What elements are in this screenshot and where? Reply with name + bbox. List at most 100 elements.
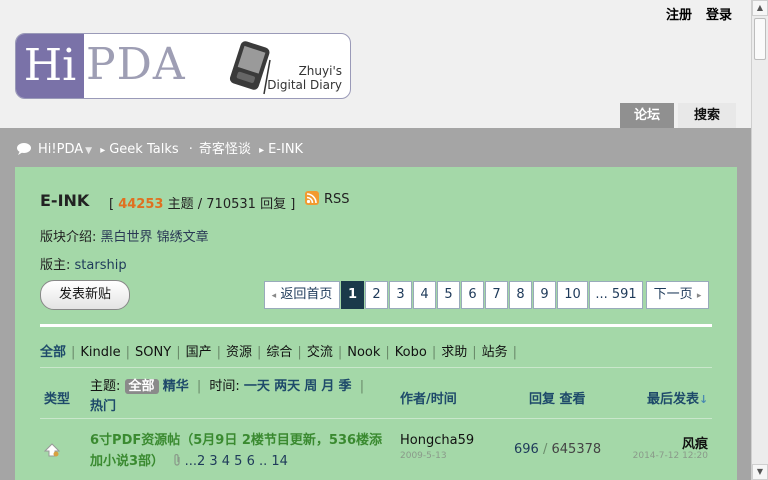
filter-help[interactable]: 求助 [441,345,467,360]
time-filter-season[interactable]: 季 [339,379,352,394]
page-3[interactable]: 3 [389,281,412,309]
thread-count: 44253 [118,197,164,212]
filter-discussion[interactable]: 交流 [307,345,333,360]
filter-divider: | [176,345,181,360]
filter-kobo[interactable]: Kobo [395,345,427,360]
topic-filter-digest[interactable]: 精华 [163,379,189,394]
filter-divider: | [71,345,76,360]
thread-views: 645378 [551,442,602,457]
register-link[interactable]: 注册 [666,8,692,23]
filter-divider: | [216,345,221,360]
col-type-header: 类型 [44,392,71,407]
thread-up-icon[interactable] [44,443,60,457]
new-post-button[interactable]: 发表新贴 [40,280,130,310]
filter-divider: | [125,345,131,360]
filter-kindle[interactable]: Kindle [80,345,120,360]
filter-divider: | [297,345,302,360]
rss-icon [305,191,319,205]
filter-domestic[interactable]: 国产 [186,345,212,360]
time-filter-2days[interactable]: 两天 [274,379,300,394]
col-topic-header: 主题: 全部 精华 | 时间: 一天 两天 周 月 季 | 热门 [90,377,380,417]
login-link[interactable]: 登录 [706,8,732,23]
logo-tagline-line2: Digital Diary [267,78,342,92]
top-links: 注册 登录 [652,4,732,23]
rss-label: RSS [324,192,350,207]
filter-all[interactable]: 全部 [40,345,66,360]
next-page-label: 下一页 [653,287,693,302]
filter-divider: | [257,345,262,360]
rss-link[interactable]: RSS [305,191,350,207]
page-8[interactable]: 8 [509,281,532,309]
site-logo[interactable]: Hi PDA Zhuyi's Digital Diary [15,33,351,99]
page-4[interactable]: 4 [413,281,436,309]
topic-filter-all[interactable]: 全部 [124,379,159,394]
page-6[interactable]: 6 [461,281,484,309]
page-last[interactable]: ... 591 [589,281,643,309]
mod-label: 版主: [40,258,71,273]
time-label: 时间: [209,379,240,394]
breadcrumb-current: E-INK [268,142,304,157]
page-10[interactable]: 10 [557,281,588,309]
hot-filter[interactable]: 热门 [90,399,116,414]
filter-sony[interactable]: SONY [135,345,171,360]
breadcrumb: Hi!PDA ▼ ▸ Geek Talks · 奇客怪谈 ▸ E-INK [16,138,303,157]
attachment-icon [173,453,180,466]
moderator-link[interactable]: starship [75,258,127,273]
time-filter-day[interactable]: 一天 [244,379,270,394]
chevron-down-icon[interactable]: ▼ [85,146,92,156]
thread-author[interactable]: Hongcha59 [400,433,474,448]
col-replies-header: 回复 查看 [529,388,586,407]
scroll-down-button[interactable]: ▼ [752,464,768,480]
back-home-button[interactable]: ◂ 返回首页 [264,281,340,309]
page-7[interactable]: 7 [485,281,508,309]
page-9[interactable]: 9 [533,281,556,309]
reply-count: 710531 [206,197,256,212]
breadcrumb-dot: · [188,142,193,157]
page-5[interactable]: 5 [437,281,460,309]
tab-forum[interactable]: 论坛 [620,103,674,128]
chat-bubble-icon [17,143,31,155]
desc-value: 黑白世界 锦绣文章 [100,230,209,245]
col-author-header: 作者/时间 [400,392,457,407]
thread-title-link[interactable]: 6寸PDF资源帖（5月9日 2楼节目更新，536楼添加小说3部） ...2 3 … [90,430,390,472]
filter-divider: | [431,345,437,360]
thread-date: 2009-5-13 [400,451,447,461]
forum-moderators: 版主: starship [40,254,127,273]
topic-label: 主题: [90,379,121,394]
thread-stats: 696 / 645378 [514,442,601,457]
filter-general[interactable]: 综合 [266,345,292,360]
logo-tagline: Zhuyi's Digital Diary [267,64,342,92]
scrollbar-thumb[interactable] [754,18,766,60]
chevron-left-icon: ◂ [271,291,277,301]
logo-tagline-line1: Zhuyi's [298,64,342,78]
stats-bracket-open: [ [109,197,115,212]
replies-label: 回复 [529,392,556,407]
forum-title: E-INK [40,191,90,210]
views-label: 查看 [559,392,586,407]
filter-site[interactable]: 站务 [482,345,508,360]
next-page-button[interactable]: 下一页 ▸ [646,281,709,309]
lastpost-label: 最后发表 [647,392,700,407]
vertical-scrollbar[interactable]: ▲ ▼ [751,0,768,480]
time-filter-week[interactable]: 周 [304,379,317,394]
forum-stats: [ 44253 主题 / 710531 回复 ] [109,193,295,212]
filter-nook[interactable]: Nook [347,345,380,360]
breadcrumb-qike[interactable]: 奇客怪谈 [199,142,251,157]
breadcrumb-home[interactable]: Hi!PDA [38,142,83,157]
scroll-up-button[interactable]: ▲ [752,0,768,16]
page-2[interactable]: 2 [365,281,388,309]
page-1[interactable]: 1 [341,281,364,309]
filter-resources[interactable]: 资源 [226,345,252,360]
type-filter-bar: 全部 | Kindle | SONY | 国产 | 资源 | 综合 | 交流 | Nook | Kobo | 求助 |… [40,341,522,360]
time-filter-month[interactable]: 月 [321,379,334,394]
back-home-label: 返回首页 [280,287,333,302]
breadcrumb-geek-talks[interactable]: Geek Talks [109,142,178,157]
thread-replies: 696 [514,442,539,457]
thread-last-date[interactable]: 2014-7-12 12:20 [633,451,708,461]
filter-divider: | [512,345,518,360]
tab-search[interactable]: 搜索 [678,103,736,128]
thread-page-links[interactable]: ...2 3 4 5 6 .. 14 [185,454,288,469]
thread-last-poster[interactable]: 风痕 [682,433,708,452]
col-lastpost-header[interactable]: 最后发表↓ [647,388,708,407]
forum-panel: E-INK [ 44253 主题 / 710531 回复 ] RSS 版块介绍:… [15,167,737,480]
